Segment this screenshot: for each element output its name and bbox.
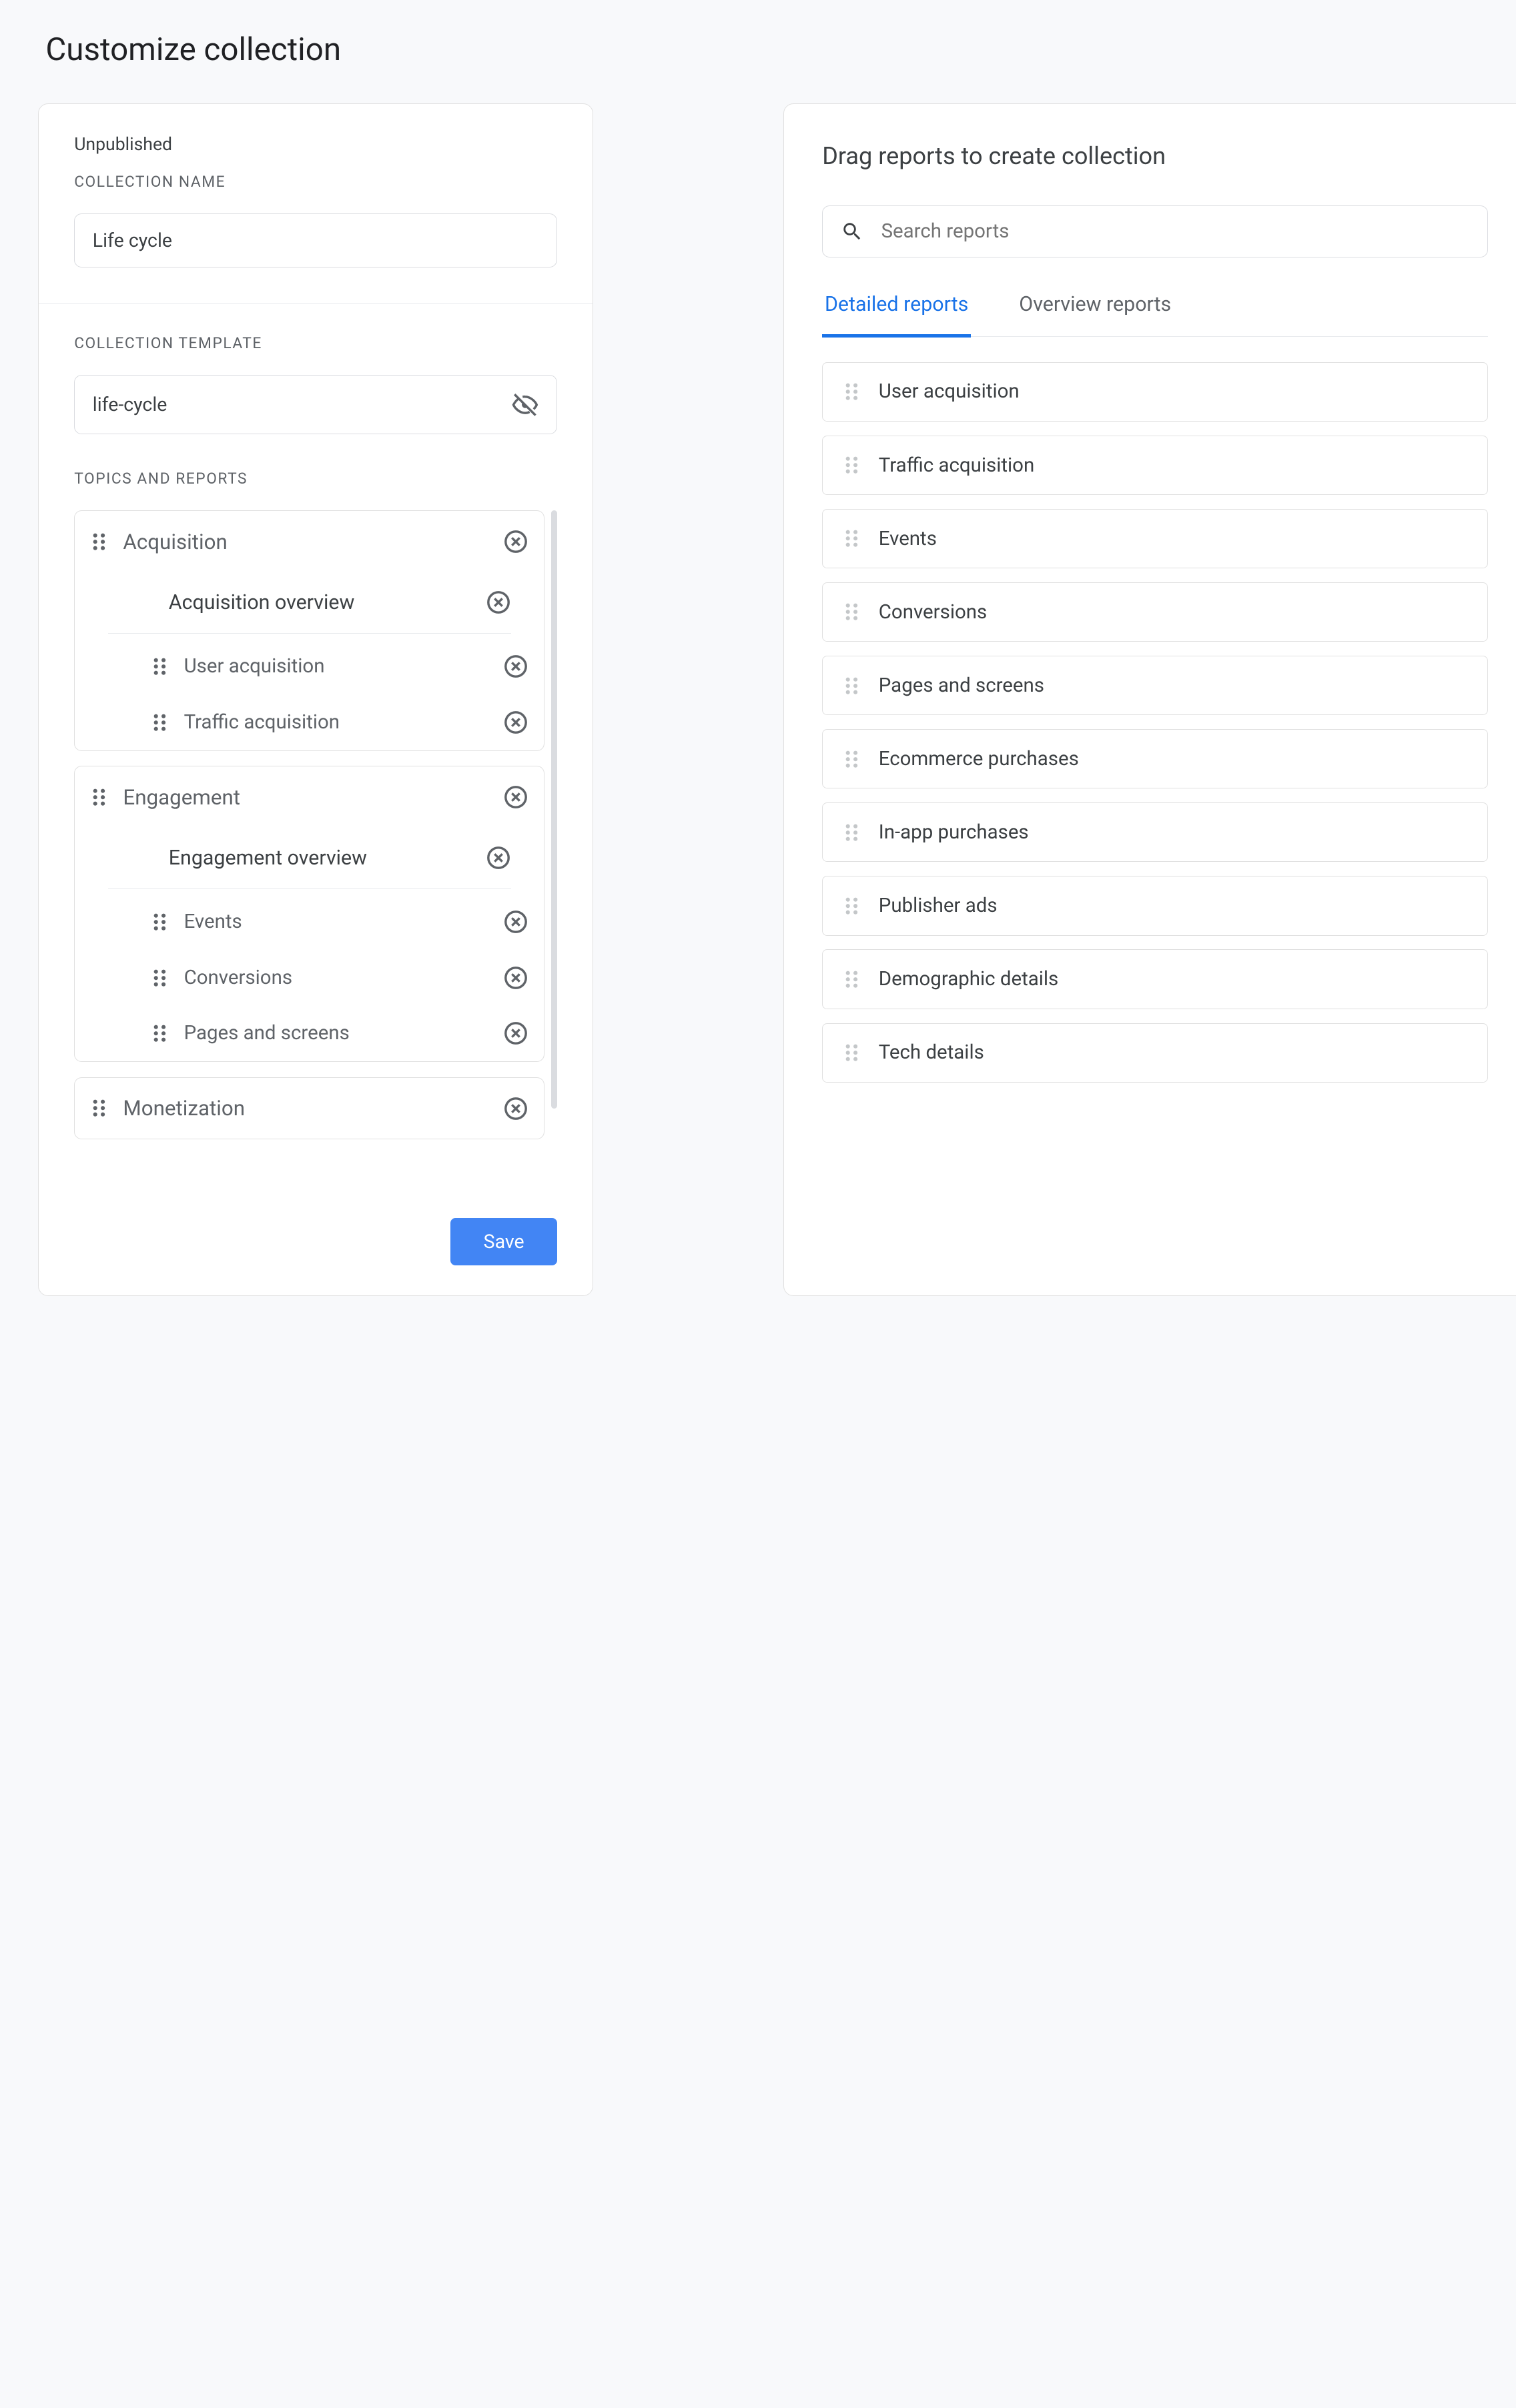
drag-handle-icon[interactable] bbox=[843, 455, 861, 475]
available-report-item[interactable]: Traffic acquisition bbox=[822, 436, 1487, 495]
tab-overview-reports[interactable]: Overview reports bbox=[1016, 293, 1174, 338]
overview-report-row[interactable]: Acquisition overview bbox=[108, 572, 511, 634]
topic-card[interactable]: Engagement Engagement overview Events Co… bbox=[74, 766, 544, 1062]
report-row[interactable]: User acquisition bbox=[75, 638, 544, 694]
available-report-name: Ecommerce purchases bbox=[879, 748, 1079, 770]
report-name: Pages and screens bbox=[184, 1022, 488, 1045]
search-reports-wrap[interactable] bbox=[822, 205, 1487, 257]
remove-report-button[interactable] bbox=[503, 654, 528, 679]
topics-label: TOPICS AND REPORTS bbox=[74, 470, 557, 488]
available-report-item[interactable]: Publisher ads bbox=[822, 876, 1487, 935]
remove-topic-button[interactable] bbox=[503, 784, 528, 810]
remove-report-button[interactable] bbox=[503, 1021, 528, 1046]
save-button[interactable]: Save bbox=[450, 1218, 557, 1265]
drag-handle-icon[interactable] bbox=[843, 1043, 861, 1063]
available-reports-list: User acquisition Traffic acquisition Eve… bbox=[822, 362, 1487, 1083]
available-report-name: Traffic acquisition bbox=[879, 454, 1034, 477]
page-title: Customize collection bbox=[45, 31, 1516, 68]
overview-report-row[interactable]: Engagement overview bbox=[108, 828, 511, 889]
remove-report-button[interactable] bbox=[503, 909, 528, 935]
search-reports-input[interactable] bbox=[881, 220, 1469, 243]
available-report-item[interactable]: Tech details bbox=[822, 1023, 1487, 1083]
topic-header[interactable]: Acquisition bbox=[75, 511, 544, 572]
collection-name-label: COLLECTION NAME bbox=[74, 173, 557, 191]
topic-name: Monetization bbox=[123, 1096, 488, 1121]
remove-report-button[interactable] bbox=[486, 845, 511, 870]
drag-handle-icon[interactable] bbox=[843, 602, 861, 622]
topic-name: Engagement bbox=[123, 785, 488, 810]
topics-scroll[interactable]: Acquisition Acquisition overview User ac… bbox=[74, 510, 557, 1157]
drag-handle-icon[interactable] bbox=[843, 528, 861, 548]
available-report-item[interactable]: Events bbox=[822, 509, 1487, 568]
collection-template-label: COLLECTION TEMPLATE bbox=[74, 334, 557, 352]
tab-detailed-reports[interactable]: Detailed reports bbox=[822, 293, 971, 338]
drag-handle-icon[interactable] bbox=[151, 712, 169, 732]
available-report-item[interactable]: Demographic details bbox=[822, 949, 1487, 1009]
topic-header[interactable]: Monetization bbox=[75, 1078, 544, 1139]
drag-handle-icon[interactable] bbox=[843, 969, 861, 989]
drag-handle-icon[interactable] bbox=[151, 656, 169, 676]
report-row[interactable]: Events bbox=[75, 894, 544, 950]
remove-topic-button[interactable] bbox=[503, 1096, 528, 1121]
report-name: Events bbox=[184, 911, 488, 933]
drag-handle-icon[interactable] bbox=[151, 968, 169, 988]
available-report-item[interactable]: Ecommerce purchases bbox=[822, 729, 1487, 788]
visibility-off-icon[interactable] bbox=[511, 391, 539, 419]
available-report-name: Pages and screens bbox=[879, 674, 1044, 697]
reports-tabs: Detailed reports Overview reports bbox=[822, 293, 1487, 337]
collection-name-input[interactable] bbox=[93, 229, 539, 251]
available-report-name: Demographic details bbox=[879, 968, 1058, 991]
reports-library-title: Drag reports to create collection bbox=[822, 142, 1487, 170]
collection-editor-card: Unpublished COLLECTION NAME COLLECTION T… bbox=[38, 103, 593, 1296]
available-report-name: Publisher ads bbox=[879, 894, 998, 917]
drag-handle-icon[interactable] bbox=[843, 382, 861, 402]
reports-library-card: Drag reports to create collection Detail… bbox=[783, 103, 1516, 1296]
available-report-item[interactable]: Conversions bbox=[822, 582, 1487, 642]
drag-handle-icon[interactable] bbox=[151, 1023, 169, 1043]
collection-name-input-wrap[interactable] bbox=[74, 213, 557, 267]
collection-template-input-wrap[interactable] bbox=[74, 375, 557, 434]
topic-name: Acquisition bbox=[123, 530, 488, 554]
search-icon bbox=[841, 220, 863, 243]
topic-header[interactable]: Engagement bbox=[75, 766, 544, 827]
available-report-item[interactable]: In-app purchases bbox=[822, 802, 1487, 862]
drag-handle-icon[interactable] bbox=[90, 1098, 108, 1118]
report-row[interactable]: Conversions bbox=[75, 950, 544, 1006]
report-name: User acquisition bbox=[184, 655, 488, 678]
available-report-item[interactable]: Pages and screens bbox=[822, 656, 1487, 715]
drag-handle-icon[interactable] bbox=[90, 532, 108, 552]
available-report-name: User acquisition bbox=[879, 380, 1020, 403]
report-name: Traffic acquisition bbox=[184, 711, 488, 734]
report-name: Conversions bbox=[184, 967, 488, 989]
topic-card[interactable]: Monetization bbox=[74, 1077, 544, 1139]
collection-template-input[interactable] bbox=[93, 394, 511, 416]
report-row[interactable]: Traffic acquisition bbox=[75, 694, 544, 750]
available-report-name: Tech details bbox=[879, 1041, 984, 1064]
report-row[interactable]: Pages and screens bbox=[75, 1006, 544, 1062]
overview-report-name: Engagement overview bbox=[169, 846, 486, 870]
drag-handle-icon[interactable] bbox=[151, 912, 169, 932]
available-report-item[interactable]: User acquisition bbox=[822, 362, 1487, 422]
remove-report-button[interactable] bbox=[486, 590, 511, 615]
drag-handle-icon[interactable] bbox=[843, 749, 861, 769]
available-report-name: Events bbox=[879, 528, 937, 550]
topic-card[interactable]: Acquisition Acquisition overview User ac… bbox=[74, 510, 544, 750]
available-report-name: In-app purchases bbox=[879, 821, 1029, 844]
overview-report-name: Acquisition overview bbox=[169, 591, 486, 614]
remove-topic-button[interactable] bbox=[503, 529, 528, 554]
remove-report-button[interactable] bbox=[503, 710, 528, 735]
drag-handle-icon[interactable] bbox=[843, 822, 861, 842]
remove-report-button[interactable] bbox=[503, 965, 528, 991]
publish-status: Unpublished bbox=[74, 134, 557, 155]
available-report-name: Conversions bbox=[879, 601, 987, 624]
drag-handle-icon[interactable] bbox=[843, 896, 861, 916]
drag-handle-icon[interactable] bbox=[843, 676, 861, 696]
drag-handle-icon[interactable] bbox=[90, 787, 108, 807]
